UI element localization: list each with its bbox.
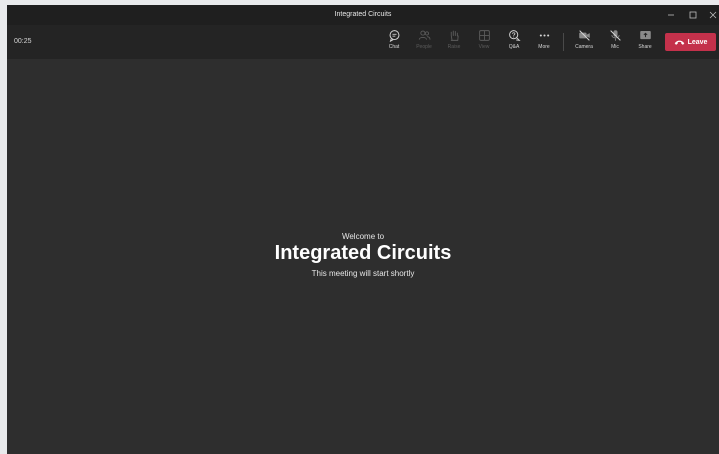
share-button[interactable]: Share	[633, 29, 657, 55]
raise-label: Raise	[447, 44, 461, 50]
qa-label: Q&A	[508, 44, 520, 50]
start-shortly-text: This meeting will start shortly	[311, 269, 415, 278]
camera-button[interactable]: Camera	[572, 29, 596, 55]
toolbar-divider	[563, 33, 564, 51]
meeting-stage: Welcome to Integrated Circuits This meet…	[7, 59, 719, 454]
people-label: People	[416, 44, 432, 50]
people-button[interactable]: People	[412, 29, 436, 55]
people-icon	[418, 30, 430, 40]
maximize-icon	[689, 11, 697, 19]
chat-icon	[389, 30, 399, 42]
window-title: Integrated Circuits	[334, 11, 392, 18]
view-label: View	[478, 44, 490, 50]
raise-hand-button[interactable]: Raise	[442, 29, 466, 55]
mic-icon	[609, 30, 621, 41]
qa-button[interactable]: Q&A	[502, 29, 526, 55]
close-icon	[709, 11, 717, 19]
share-icon	[639, 31, 651, 40]
more-icon	[539, 34, 549, 37]
meeting-timer: 00:25	[14, 38, 32, 45]
qa-icon	[508, 30, 521, 41]
maximize-button[interactable]	[682, 5, 704, 25]
leave-label: Leave	[687, 38, 708, 46]
camera-icon	[578, 30, 590, 41]
title-bar: Integrated Circuits	[7, 5, 719, 25]
view-grid-icon	[478, 30, 490, 41]
meeting-window: Integrated Circuits 00:25 Chat People Ra…	[7, 5, 719, 454]
leave-button[interactable]: Leave	[665, 33, 716, 51]
mic-label: Mic	[611, 44, 619, 50]
lobby-message: Welcome to Integrated Circuits This meet…	[7, 232, 719, 278]
view-button[interactable]: View	[472, 29, 496, 55]
meeting-toolbar: 00:25 Chat People Raise View Q&A More Ca…	[7, 25, 719, 59]
more-button[interactable]: More	[532, 29, 556, 55]
chat-button[interactable]: Chat	[382, 29, 406, 55]
meeting-name: Integrated Circuits	[274, 242, 452, 264]
more-label: More	[538, 44, 550, 50]
chat-label: Chat	[388, 44, 400, 50]
raise-hand-icon	[450, 30, 459, 41]
share-label: Share	[638, 44, 652, 50]
hang-up-icon	[674, 40, 684, 45]
camera-label: Camera	[575, 44, 593, 50]
minimize-icon	[668, 14, 674, 16]
welcome-text: Welcome to	[341, 232, 385, 241]
minimize-button[interactable]	[660, 5, 682, 25]
mic-button[interactable]: Mic	[603, 29, 627, 55]
close-window-button[interactable]	[702, 5, 719, 25]
